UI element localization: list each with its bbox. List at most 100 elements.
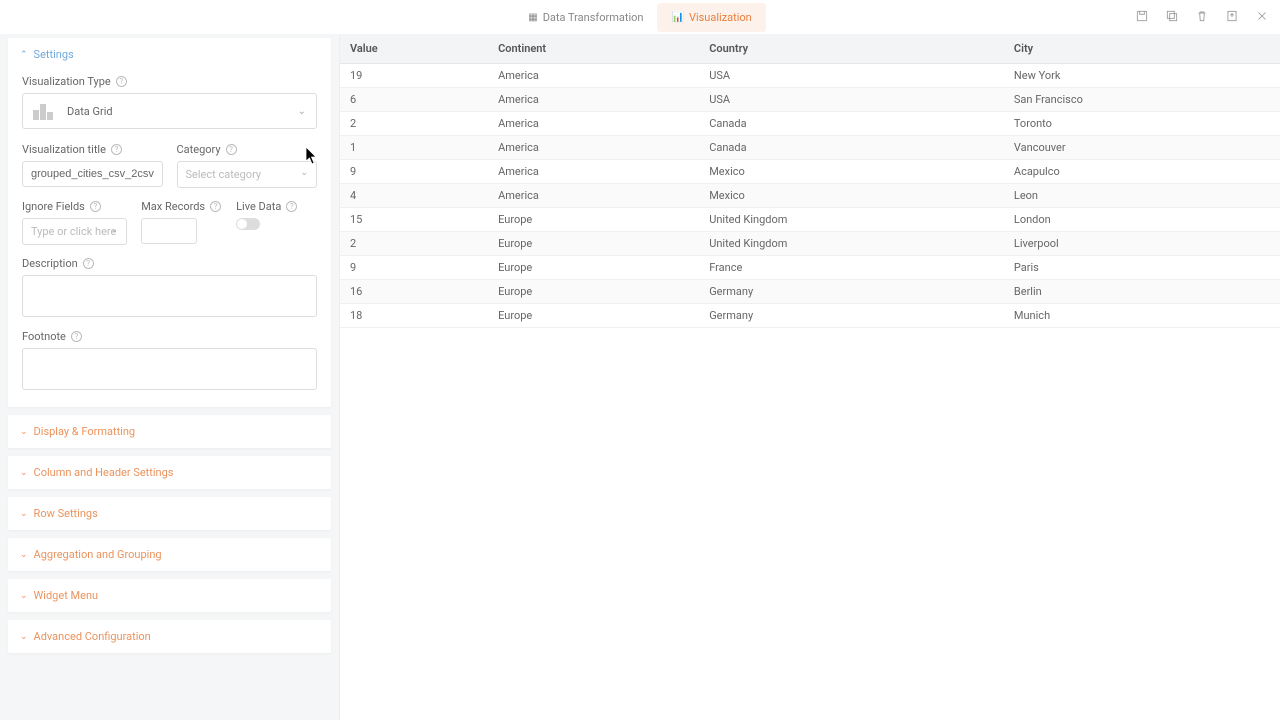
trash-icon[interactable] (1194, 8, 1210, 24)
footnote-input[interactable] (22, 348, 317, 390)
cell: Europe (488, 208, 699, 232)
help-icon[interactable]: ? (226, 144, 237, 155)
help-icon[interactable]: ? (116, 76, 127, 87)
help-icon[interactable]: ? (210, 201, 221, 212)
table-row[interactable]: 9EuropeFranceParis (340, 256, 1280, 280)
cell: Europe (488, 304, 699, 328)
help-icon[interactable]: ? (90, 201, 101, 212)
close-icon[interactable] (1254, 8, 1270, 24)
cell: Canada (699, 112, 1004, 136)
label-description: Description ? (22, 257, 317, 270)
cell: Munich (1004, 304, 1280, 328)
chevron-down-icon: ⌄ (300, 168, 308, 178)
cell: 18 (340, 304, 488, 328)
cell: New York (1004, 64, 1280, 88)
chevron-up-icon: ⌃ (20, 50, 28, 60)
panel-title: Row Settings (34, 507, 98, 520)
table-row[interactable]: 18EuropeGermanyMunich (340, 304, 1280, 328)
viz-title-input[interactable] (22, 161, 163, 187)
tab-label: Data Transformation (543, 11, 644, 24)
max-records-input[interactable] (141, 218, 197, 244)
chart-icon: 📊 (671, 12, 683, 23)
panel-column: ⌄ Column and Header Settings (8, 456, 331, 489)
cell: 19 (340, 64, 488, 88)
export-icon[interactable] (1224, 8, 1240, 24)
panel-header-aggregation[interactable]: ⌄ Aggregation and Grouping (8, 538, 331, 571)
cell: Berlin (1004, 280, 1280, 304)
tab-visualization[interactable]: 📊 Visualization (657, 3, 765, 32)
label-viz-title: Visualization title ? (22, 143, 163, 156)
ignore-fields-select[interactable]: Type or click here ⌄ (22, 218, 127, 245)
cell: America (488, 160, 699, 184)
panel-header-row[interactable]: ⌄ Row Settings (8, 497, 331, 530)
help-icon[interactable]: ? (286, 201, 297, 212)
cell: Europe (488, 232, 699, 256)
viz-type-value: Data Grid (67, 105, 113, 118)
viz-type-select[interactable]: Data Grid ⌄ (22, 93, 317, 129)
table-row[interactable]: 19AmericaUSANew York (340, 64, 1280, 88)
save-icon[interactable] (1134, 8, 1150, 24)
sidebar: ⌃ Settings Visualization Type ? Data Gri… (0, 34, 340, 720)
table-row[interactable]: 16EuropeGermanyBerlin (340, 280, 1280, 304)
table-row[interactable]: 1AmericaCanadaVancouver (340, 136, 1280, 160)
cell: Mexico (699, 160, 1004, 184)
table-row[interactable]: 9AmericaMexicoAcapulco (340, 160, 1280, 184)
panel-title: Aggregation and Grouping (34, 548, 162, 561)
label-footnote: Footnote ? (22, 330, 317, 343)
cell: Europe (488, 280, 699, 304)
datagrid-icon (33, 102, 57, 120)
cell: Europe (488, 256, 699, 280)
panel-header-settings[interactable]: ⌃ Settings (8, 38, 331, 71)
cell: America (488, 136, 699, 160)
help-icon[interactable]: ? (83, 258, 94, 269)
cell: Acapulco (1004, 160, 1280, 184)
cell: USA (699, 88, 1004, 112)
panel-title: Widget Menu (34, 589, 99, 602)
column-header[interactable]: Value (340, 34, 488, 64)
table-row[interactable]: 2EuropeUnited KingdomLiverpool (340, 232, 1280, 256)
cell: London (1004, 208, 1280, 232)
cell: France (699, 256, 1004, 280)
table-row[interactable]: 2AmericaCanadaToronto (340, 112, 1280, 136)
copy-icon[interactable] (1164, 8, 1180, 24)
chevron-down-icon: ⌄ (298, 106, 306, 117)
tab-label: Visualization (689, 11, 752, 24)
tabs: ▦ Data Transformation 📊 Visualization (514, 3, 766, 32)
cell: Germany (699, 280, 1004, 304)
cell: United Kingdom (699, 208, 1004, 232)
cell: 6 (340, 88, 488, 112)
panel-title: Display & Formatting (34, 425, 136, 438)
cell: 9 (340, 160, 488, 184)
cell: 16 (340, 280, 488, 304)
panel-header-display[interactable]: ⌄ Display & Formatting (8, 415, 331, 448)
tab-data-transformation[interactable]: ▦ Data Transformation (514, 3, 657, 32)
column-header[interactable]: Continent (488, 34, 699, 64)
table-row[interactable]: 4AmericaMexicoLeon (340, 184, 1280, 208)
help-icon[interactable]: ? (71, 331, 82, 342)
panel-advanced: ⌄ Advanced Configuration (8, 620, 331, 653)
cell: 1 (340, 136, 488, 160)
panel-header-widget[interactable]: ⌄ Widget Menu (8, 579, 331, 612)
panel-header-advanced[interactable]: ⌄ Advanced Configuration (8, 620, 331, 653)
category-select[interactable]: Select category ⌄ (177, 161, 318, 188)
column-header[interactable]: City (1004, 34, 1280, 64)
panel-header-column[interactable]: ⌄ Column and Header Settings (8, 456, 331, 489)
cell: Toronto (1004, 112, 1280, 136)
table-row[interactable]: 15EuropeUnited KingdomLondon (340, 208, 1280, 232)
cell: America (488, 64, 699, 88)
panel-title: Settings (34, 48, 74, 61)
description-input[interactable] (22, 275, 317, 317)
cell: Paris (1004, 256, 1280, 280)
help-icon[interactable]: ? (111, 144, 122, 155)
label-live-data: Live Data ? (236, 200, 317, 213)
table-row[interactable]: 6AmericaUSASan Francisco (340, 88, 1280, 112)
column-header[interactable]: Country (699, 34, 1004, 64)
cell: 9 (340, 256, 488, 280)
live-data-toggle[interactable] (236, 218, 260, 230)
panel-settings: ⌃ Settings Visualization Type ? Data Gri… (8, 38, 331, 407)
cell: Mexico (699, 184, 1004, 208)
cell: 15 (340, 208, 488, 232)
panel-row: ⌄ Row Settings (8, 497, 331, 530)
data-grid: ValueContinentCountryCity 19AmericaUSANe… (340, 34, 1280, 328)
panel-title: Advanced Configuration (34, 630, 151, 643)
